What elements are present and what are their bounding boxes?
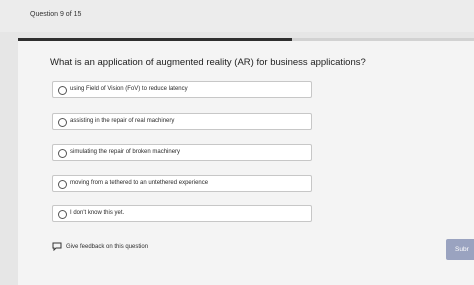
radio-button[interactable]: [58, 149, 67, 158]
answer-option-4[interactable]: moving from a tethered to an untethered …: [52, 175, 312, 192]
radio-button[interactable]: [58, 86, 67, 95]
question-card: What is an application of augmented real…: [18, 38, 474, 285]
give-feedback-label: Give feedback on this question: [66, 243, 149, 250]
answer-option-5[interactable]: I don't know this yet.: [52, 205, 312, 222]
answer-option-2[interactable]: assisting in the repair of real machiner…: [52, 113, 312, 130]
answer-option-label: using Field of Vision (FoV) to reduce la…: [70, 86, 188, 92]
submit-button[interactable]: Subr: [446, 239, 474, 260]
answer-option-1[interactable]: using Field of Vision (FoV) to reduce la…: [52, 81, 312, 98]
answer-option-label: moving from a tethered to an untethered …: [70, 180, 209, 186]
answer-option-label: I don't know this yet.: [70, 210, 125, 216]
answer-option-3[interactable]: simulating the repair of broken machiner…: [52, 144, 312, 161]
header-bar: Question 9 of 15: [0, 0, 474, 32]
answer-option-label: assisting in the repair of real machiner…: [70, 118, 175, 124]
radio-button[interactable]: [58, 180, 67, 189]
progress-bar-fill: [18, 38, 292, 41]
chat-bubble-icon: [52, 242, 62, 251]
question-text: What is an application of augmented real…: [50, 57, 366, 68]
answer-option-label: simulating the repair of broken machiner…: [70, 149, 181, 155]
radio-button[interactable]: [58, 118, 67, 127]
progress-bar: [18, 38, 474, 41]
question-progress-label: Question 9 of 15: [30, 11, 82, 18]
give-feedback-link[interactable]: Give feedback on this question: [52, 242, 148, 251]
radio-button[interactable]: [58, 210, 67, 219]
